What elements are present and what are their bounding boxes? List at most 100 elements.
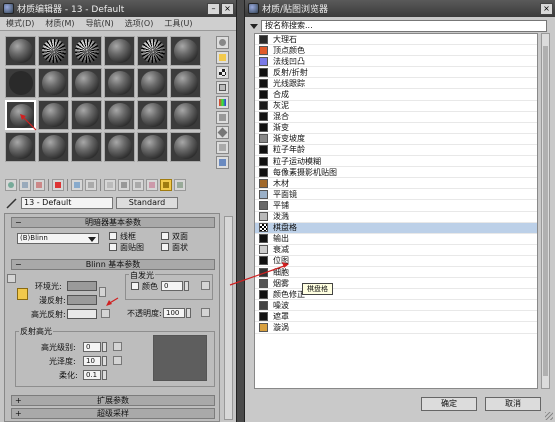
sample-slot[interactable] [104, 132, 135, 162]
map-list-item[interactable]: 粒子年龄 [255, 145, 537, 157]
sample-slot[interactable] [104, 68, 135, 98]
self-illum-value-field[interactable]: 0 [161, 281, 183, 291]
map-list-item[interactable]: 混合 [255, 112, 537, 123]
opacity-field[interactable]: 100 [163, 308, 185, 318]
map-list-item[interactable]: 法线凹凸 [255, 56, 537, 68]
show-map-in-viewport-button[interactable] [118, 179, 130, 191]
soften-field[interactable]: 0.1 [83, 370, 101, 380]
resize-grip[interactable] [545, 412, 553, 420]
map-list-item[interactable]: 光线跟踪 [255, 78, 537, 90]
wire-checkbox[interactable] [109, 232, 117, 240]
menu-mode[interactable]: 模式(D) [6, 18, 34, 29]
map-list-item[interactable]: 反射/折射 [255, 67, 537, 79]
video-color-check-button[interactable] [216, 96, 229, 109]
map-list-scroll-thumb[interactable] [543, 46, 548, 376]
spec-level-spinner[interactable] [102, 342, 107, 352]
map-list-item[interactable]: 大理石 [255, 34, 537, 46]
sample-slot[interactable] [170, 36, 201, 66]
reset-map-button[interactable] [52, 179, 64, 191]
map-list-item[interactable]: 顶点颜色 [255, 45, 537, 57]
faceted-checkbox[interactable] [161, 243, 169, 251]
spec-level-field[interactable]: 0 [83, 342, 101, 352]
lock-ambient-diffuse-button[interactable] [17, 288, 28, 300]
make-preview-button[interactable] [216, 111, 229, 124]
panel-scrollbar[interactable] [224, 216, 233, 420]
minimize-button[interactable]: – [207, 2, 220, 15]
background-button[interactable] [216, 66, 229, 79]
ambient-color-swatch[interactable] [67, 281, 97, 291]
lock-icon[interactable] [99, 287, 106, 297]
map-list-item[interactable]: 遮罩 [255, 311, 537, 323]
map-list-item[interactable]: 泼溅 [255, 212, 537, 223]
two-sided-checkbox[interactable] [161, 232, 169, 240]
eyedropper-icon[interactable] [5, 197, 18, 209]
shader-rollout-header[interactable]: − 明暗器基本参数 [11, 217, 215, 228]
search-input[interactable]: 按名称搜索... [261, 20, 547, 32]
map-list-item[interactable]: 衰减 [255, 245, 537, 256]
map-list-item[interactable]: 噪波 [255, 300, 537, 312]
options-button[interactable] [216, 126, 229, 139]
close-button[interactable]: × [221, 2, 234, 15]
diffuse-color-swatch[interactable] [67, 295, 97, 305]
sample-slot[interactable] [104, 100, 135, 130]
sample-slot[interactable] [137, 132, 168, 162]
map-list-item[interactable]: 漩涡 [255, 322, 537, 334]
map-list-item[interactable]: 渐变坡度 [255, 134, 537, 145]
material-type-button[interactable]: Standard [116, 196, 178, 209]
glossiness-field[interactable]: 10 [83, 356, 101, 366]
sample-slot[interactable] [38, 36, 69, 66]
sample-slot[interactable] [38, 68, 69, 98]
options-chevron-down-icon[interactable] [250, 23, 258, 29]
map-list-item[interactable]: 木材 [255, 178, 537, 190]
get-material-button[interactable] [5, 179, 17, 191]
supersampling-rollout-header[interactable]: + 超级采样 [11, 408, 215, 419]
sample-slot[interactable] [5, 68, 36, 98]
self-illum-color-checkbox[interactable] [131, 282, 139, 290]
extended-params-rollout-header[interactable]: + 扩展参数 [11, 395, 215, 406]
map-list-item[interactable]: 位图 [255, 256, 537, 267]
opacity-spinner[interactable] [186, 308, 191, 318]
browser-close-button[interactable]: × [540, 2, 553, 15]
map-list-item[interactable]: 输出 [255, 234, 537, 245]
map-list-item[interactable]: 每像素摄影机贴图 [255, 167, 537, 179]
sample-slot[interactable] [5, 132, 36, 162]
sample-slot[interactable] [38, 132, 69, 162]
menu-options[interactable]: 选项(O) [125, 18, 154, 29]
self-illum-map-button[interactable] [201, 281, 210, 290]
map-list-item[interactable]: 合成 [255, 89, 537, 101]
self-illum-spinner[interactable] [184, 281, 189, 291]
sample-type-button[interactable] [216, 36, 229, 49]
spec-level-map-button[interactable] [113, 342, 122, 351]
pick-material-button[interactable] [174, 179, 186, 191]
sample-slot-active[interactable] [5, 100, 36, 130]
sample-slot[interactable] [137, 36, 168, 66]
sample-slot[interactable] [71, 100, 102, 130]
side-checkbox[interactable] [7, 274, 16, 283]
sample-slot[interactable] [71, 132, 102, 162]
sample-slot[interactable] [170, 132, 201, 162]
material-map-navigator-button[interactable] [216, 156, 229, 169]
sample-slot[interactable] [71, 68, 102, 98]
backlight-button[interactable] [216, 51, 229, 64]
browser-titlebar[interactable]: 材质/贴图浏览器 × [245, 0, 555, 17]
menu-material[interactable]: 材质(M) [45, 18, 74, 29]
material-name-field[interactable]: 13 - Default [21, 196, 113, 209]
blinn-rollout-header[interactable]: − Blinn 基本参数 [11, 259, 215, 270]
soften-spinner[interactable] [102, 370, 107, 380]
map-list-item[interactable]: 渐变 [255, 123, 537, 134]
map-list-item[interactable]: 细胞 [255, 267, 537, 279]
assign-material-button[interactable] [33, 179, 45, 191]
put-to-library-button[interactable] [85, 179, 97, 191]
sample-slot[interactable] [38, 100, 69, 130]
face-map-checkbox[interactable] [109, 243, 117, 251]
sample-slot[interactable] [170, 100, 201, 130]
select-by-material-button[interactable] [216, 141, 229, 154]
menu-navigation[interactable]: 导航(N) [86, 18, 114, 29]
material-id-channel-button[interactable] [104, 179, 116, 191]
sample-slot[interactable] [104, 36, 135, 66]
menu-utilities[interactable]: 工具(U) [164, 18, 192, 29]
opacity-map-button[interactable] [201, 308, 210, 317]
glossiness-spinner[interactable] [102, 356, 107, 366]
map-list-item[interactable]: 灰泥 [255, 101, 537, 112]
specular-map-button[interactable] [101, 309, 110, 318]
